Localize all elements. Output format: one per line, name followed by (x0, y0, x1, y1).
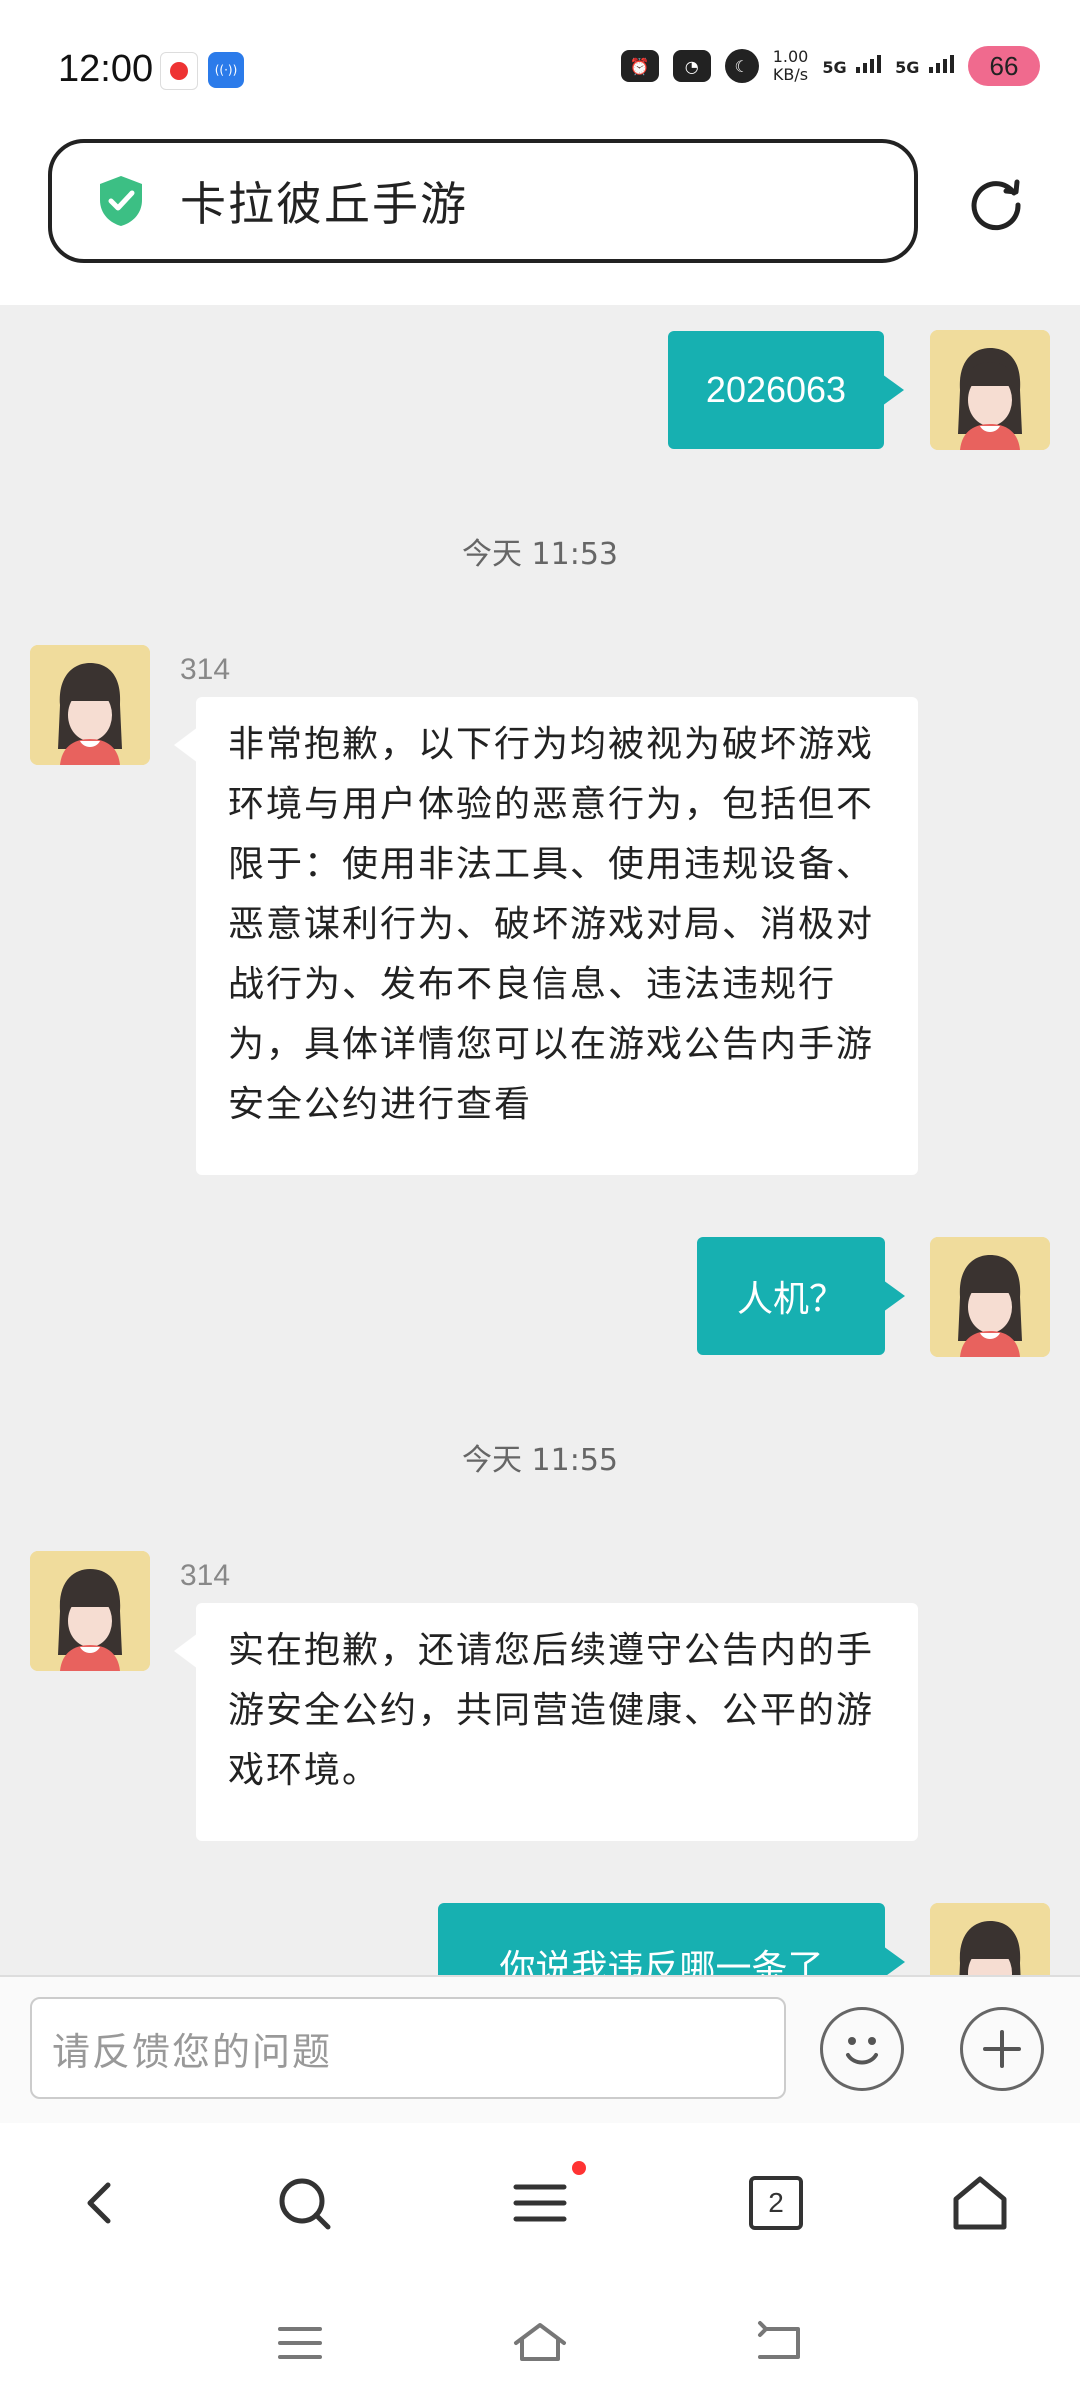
add-attachment-button[interactable] (960, 2007, 1044, 2091)
outgoing-message[interactable]: 你说我违反哪一条了 (438, 1903, 905, 1975)
network-speed: 1.00 KB/s (773, 48, 809, 84)
status-right: ⏰ ◔ ☾ 1.00 KB/s 5G 5G 66 (620, 46, 1040, 86)
page-title-box[interactable]: 卡拉彼丘手游 (48, 139, 918, 263)
smiley-icon (846, 2037, 878, 2065)
message-text: 实在抱歉，还请您后续遵守公告内的手游安全公约，共同营造健康、公平的游戏环境。 (228, 1630, 875, 1791)
sim2-label: 5G (895, 58, 920, 77)
home-button[interactable] (940, 2163, 1020, 2243)
message-input-bar: 请反馈您的问题 (0, 1975, 1080, 2127)
system-home-icon[interactable] (510, 2313, 570, 2373)
user-avatar[interactable] (930, 330, 1050, 450)
message-text: 2026063 (705, 369, 847, 410)
sender-name: 314 (180, 653, 231, 686)
system-back-icon[interactable] (750, 2313, 810, 2373)
message-text: 非常抱歉，以下行为均被视为破坏游戏环境与用户体验的恶意行为，包括但不限于：使用非… (228, 724, 875, 1125)
incoming-message[interactable]: 非常抱歉，以下行为均被视为破坏游戏环境与用户体验的恶意行为，包括但不限于：使用非… (174, 697, 918, 1175)
message-text: 你说我违反哪一条了 (499, 1948, 824, 1975)
broadcast-app-notification-icon: ((·)) (208, 52, 244, 88)
incoming-message[interactable]: 实在抱歉，还请您后续遵守公告内的手游安全公约，共同营造健康、公平的游戏环境。 (174, 1603, 918, 1841)
girl-avatar-icon (930, 1237, 1050, 1357)
speedometer-icon: ◔ (672, 50, 711, 82)
back-button[interactable] (60, 2163, 140, 2243)
notification-dot (572, 2161, 586, 2175)
search-icon (279, 2178, 331, 2230)
agent-avatar[interactable] (30, 645, 150, 765)
menu-icon (513, 2184, 567, 2222)
sim2-signal: 5G (895, 55, 954, 77)
plus-icon (983, 2030, 1021, 2068)
security-shield-icon (100, 176, 142, 226)
girl-avatar-icon (930, 330, 1050, 450)
girl-avatar-icon (930, 1903, 1050, 1975)
moon-icon: ☾ (724, 49, 759, 83)
timestamp: 今天 11:55 (462, 1443, 618, 1478)
refresh-icon[interactable] (966, 173, 1026, 233)
chat-area[interactable]: 2026063 今天 11:53 314 非常抱歉，以下行为均被视为破坏游戏环境… (0, 305, 1080, 1975)
system-navigation-bar (0, 2283, 1080, 2400)
message-text: 人机？ (736, 1279, 845, 1320)
girl-avatar-icon (30, 1551, 150, 1671)
search-button[interactable] (264, 2163, 344, 2243)
sender-name: 314 (180, 1559, 231, 1592)
tabs-count-icon: 2 (749, 2176, 803, 2230)
browser-toolbar: 2 (0, 2123, 1080, 2283)
menu-button[interactable] (500, 2161, 586, 2243)
feedback-input-placeholder: 请反馈您的问题 (52, 2029, 333, 2074)
recent-apps-icon[interactable] (270, 2313, 330, 2373)
status-time: 12:00 (58, 48, 154, 90)
network-speed-value: 1.00 (772, 47, 809, 66)
feedback-input[interactable]: 请反馈您的问题 (30, 1997, 786, 2099)
signal-bars-icon (929, 55, 954, 73)
signal-bars-icon (856, 55, 882, 73)
emoji-button[interactable] (820, 2007, 904, 2091)
status-bar: 12:00 ((·)) ⏰ ◔ ☾ 1.00 KB/s 5G 5G 66 (0, 0, 1080, 135)
page-title: 卡拉彼丘手游 (180, 177, 468, 231)
chevron-left-icon (87, 2182, 111, 2224)
network-speed-unit: KB/s (772, 65, 809, 84)
battery-indicator: 66 (968, 46, 1040, 86)
tabs-count: 2 (768, 2187, 784, 2218)
timestamp: 今天 11:53 (462, 537, 618, 572)
sim1-label: 5G (822, 58, 847, 77)
map-app-notification-icon (160, 52, 198, 90)
girl-avatar-icon (30, 645, 150, 765)
user-avatar[interactable] (930, 1237, 1050, 1357)
address-bar: 卡拉彼丘手游 (0, 135, 1080, 305)
tabs-button[interactable]: 2 (736, 2163, 816, 2243)
alarm-icon: ⏰ (620, 50, 659, 82)
sim1-signal: 5G (822, 55, 882, 77)
outgoing-message[interactable]: 2026063 (668, 331, 904, 449)
user-avatar[interactable] (930, 1903, 1050, 1975)
outgoing-message[interactable]: 人机？ (697, 1237, 905, 1355)
home-icon (953, 2176, 1007, 2230)
agent-avatar[interactable] (30, 1551, 150, 1671)
